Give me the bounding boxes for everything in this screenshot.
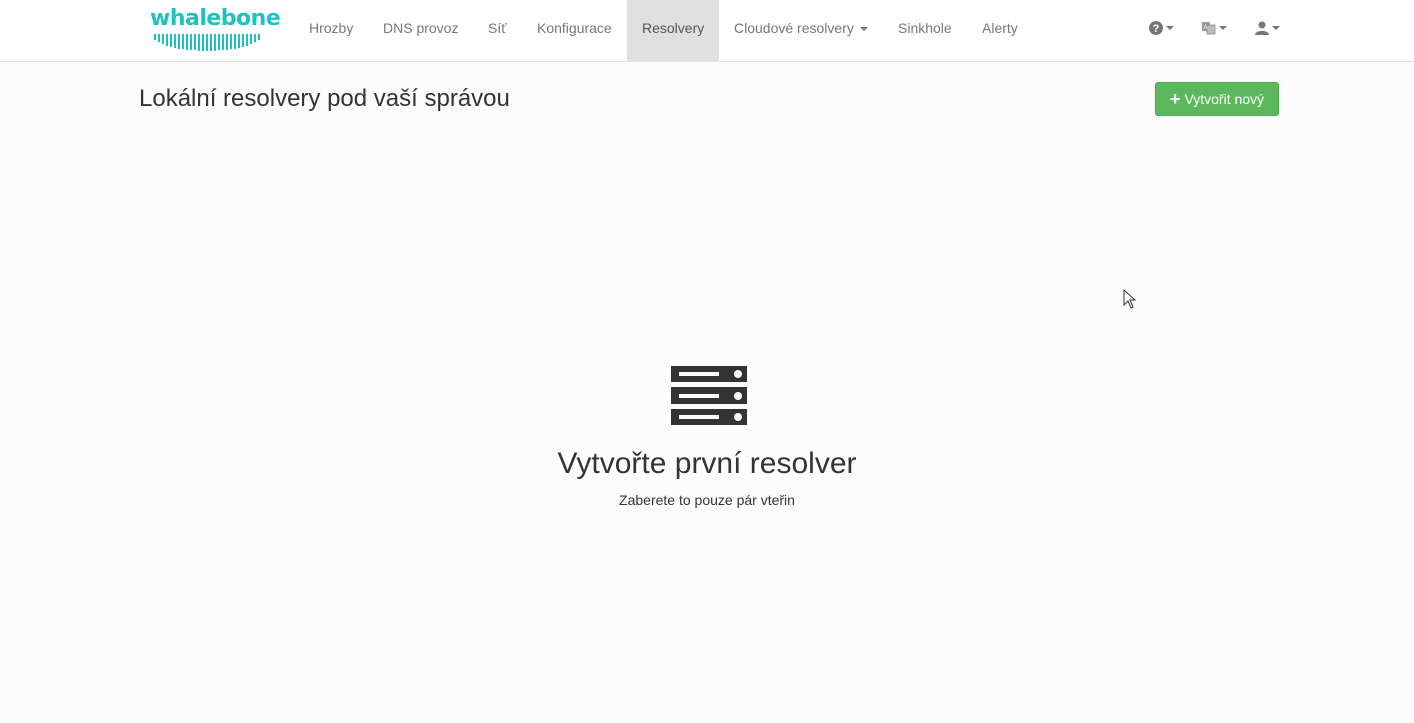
create-button-label: Vytvořit nový — [1184, 91, 1265, 107]
whalebone-logo[interactable]: whalebone — [148, 6, 281, 54]
nav-label: Konfigurace — [537, 20, 612, 36]
user-icon — [1255, 21, 1269, 35]
server-icon — [671, 366, 747, 425]
plus-icon: + — [1169, 89, 1181, 109]
nav-label: DNS provoz — [383, 20, 459, 36]
empty-state-title: Vytvořte první resolver — [557, 447, 857, 480]
logo-text: whalebone — [150, 6, 281, 31]
help-icon: ? — [1149, 21, 1163, 35]
nav-sinkhole[interactable]: Sinkhole — [883, 0, 967, 61]
nav-label: Síť — [488, 20, 507, 36]
nav-resolvery[interactable]: Resolvery — [627, 0, 719, 61]
nav-label: Resolvery — [642, 20, 705, 36]
caret-down-icon — [1219, 26, 1227, 30]
caret-down-icon — [1272, 26, 1280, 30]
nav-alerty[interactable]: Alerty — [967, 0, 1033, 61]
svg-text:?: ? — [1153, 23, 1160, 35]
empty-state-subtitle: Zaberete to pouze pár vteřin — [619, 492, 795, 508]
svg-text:A: A — [1203, 25, 1207, 31]
nav-cloudove-resolvery[interactable]: Cloudové resolvery — [719, 0, 883, 61]
language-icon: A — [1202, 22, 1216, 35]
nav-label: Cloudové resolvery — [734, 20, 854, 36]
top-navbar: whalebone Hrozby DNS provoz Síť Konfigur… — [0, 0, 1414, 62]
nav-hrozby[interactable]: Hrozby — [294, 0, 368, 61]
nav-dns-provoz[interactable]: DNS provoz — [368, 0, 473, 61]
language-menu[interactable]: A — [1202, 0, 1227, 56]
nav-label: Alerty — [982, 20, 1018, 36]
nav-label: Hrozby — [309, 20, 354, 36]
logo-waves — [154, 34, 260, 51]
user-menu[interactable] — [1255, 0, 1280, 56]
page-title: Lokální resolvery pod vaší správou — [139, 85, 510, 112]
nav-sit[interactable]: Síť — [473, 0, 521, 61]
nav-konfigurace[interactable]: Konfigurace — [522, 0, 627, 61]
caret-down-icon — [859, 27, 868, 32]
create-resolver-button[interactable]: + Vytvořit nový — [1155, 82, 1279, 116]
caret-down-icon — [1166, 26, 1174, 30]
nav-label: Sinkhole — [898, 20, 952, 36]
help-menu[interactable]: ? — [1149, 0, 1174, 56]
mouse-cursor-icon — [1123, 289, 1137, 309]
